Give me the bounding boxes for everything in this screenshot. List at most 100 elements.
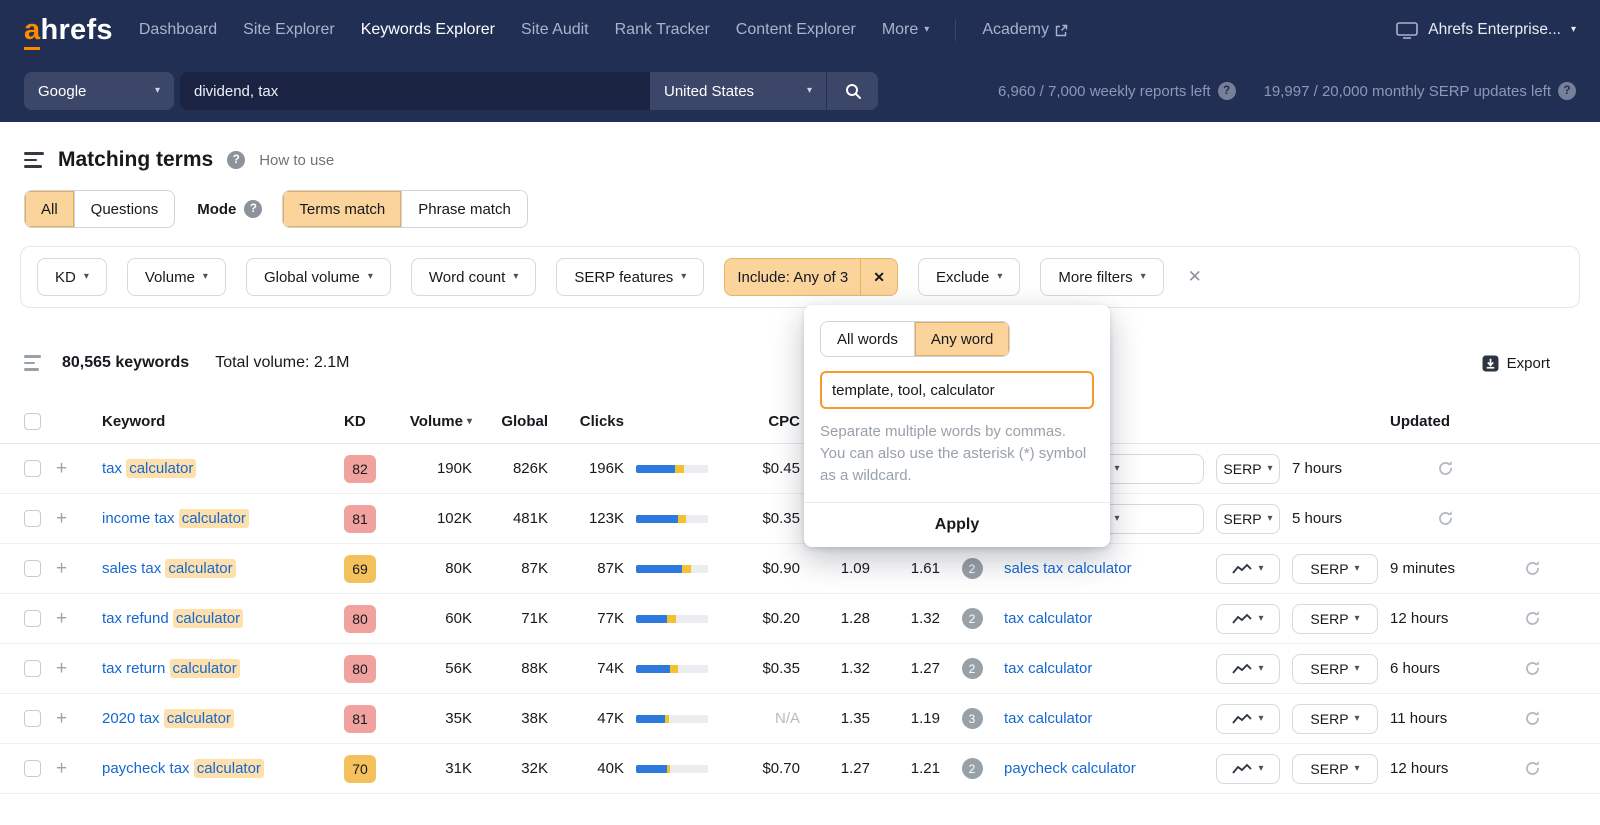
keyword-link[interactable]: tax calculator [102,460,196,477]
include-filter-label[interactable]: Include: Any of 3 [725,269,860,286]
refresh-icon[interactable] [1524,560,1541,577]
tab-all-words[interactable]: All words [821,322,915,356]
country-select[interactable]: United States ▾ [650,72,826,110]
clear-all-filters-icon[interactable]: ✕ [1184,267,1206,287]
include-clear-icon[interactable]: ✕ [861,259,897,295]
tab-any-word[interactable]: Any word [915,322,1010,356]
parent-topic-link[interactable]: tax calculator [1004,610,1092,627]
refresh-icon[interactable] [1524,710,1541,727]
add-keyword-icon[interactable]: + [56,659,67,678]
keyword-link[interactable]: income tax calculator [102,510,249,527]
refresh-icon[interactable] [1524,760,1541,777]
parent-topic-link[interactable]: sales tax calculator [1004,560,1132,577]
filter-serp-features[interactable]: SERP features▾ [556,258,704,296]
search-button[interactable] [826,72,878,110]
position-history-button[interactable]: ▾ [1216,554,1280,584]
parent-topic-link[interactable]: tax calculator [1004,660,1092,677]
tab-questions[interactable]: Questions [75,191,175,227]
caret-down-icon: ▾ [1258,564,1263,574]
serp-button[interactable]: SERP ▾ [1292,654,1378,684]
row-checkbox[interactable] [24,510,41,527]
add-keyword-icon[interactable]: + [56,609,67,628]
help-icon[interactable]: ? [227,151,245,169]
help-icon[interactable]: ? [244,200,262,218]
serp-button[interactable]: SERP ▾ [1216,504,1280,534]
add-keyword-icon[interactable]: + [56,759,67,778]
cps-value: 1.27 [841,760,870,777]
filter-global-volume[interactable]: Global volume▾ [246,258,391,296]
account-menu[interactable]: Ahrefs Enterprise... ▾ [1396,21,1576,39]
keyword-link[interactable]: tax refund calculator [102,610,243,627]
serp-button[interactable]: SERP ▾ [1292,704,1378,734]
table-row: + paycheck tax calculator 70 31K 32K 40K… [0,744,1600,794]
workspace-icon [1396,22,1418,39]
nav-site-audit[interactable]: Site Audit [521,21,589,39]
parent-topic-link[interactable]: tax calculator [1004,710,1092,727]
refresh-icon[interactable] [1524,610,1541,627]
serp-button[interactable]: SERP ▾ [1292,754,1378,784]
filter-kd[interactable]: KD▾ [37,258,107,296]
nav-keywords-explorer[interactable]: Keywords Explorer [361,21,495,39]
export-button[interactable]: Export [1482,355,1576,372]
help-icon[interactable]: ? [1558,82,1576,100]
keyword-link[interactable]: paycheck tax calculator [102,760,264,777]
filter-exclude[interactable]: Exclude ▾ [918,258,1020,296]
ahrefs-logo[interactable]: ahrefs [24,14,113,47]
serp-button[interactable]: SERP ▾ [1292,554,1378,584]
position-history-button[interactable]: ▾ [1216,754,1280,784]
include-words-input[interactable] [820,371,1094,409]
main-nav: Dashboard Site Explorer Keywords Explorer S… [139,21,929,39]
row-checkbox[interactable] [24,660,41,677]
row-checkbox[interactable] [24,460,41,477]
refresh-icon[interactable] [1524,660,1541,677]
tab-phrase-match[interactable]: Phrase match [402,191,527,227]
nav-dashboard[interactable]: Dashboard [139,21,217,39]
col-global[interactable]: Global [501,413,548,430]
position-history-button[interactable]: ▾ [1216,704,1280,734]
select-all-checkbox[interactable] [24,413,41,430]
row-checkbox[interactable] [24,610,41,627]
nav-content-explorer[interactable]: Content Explorer [736,21,856,39]
row-checkbox[interactable] [24,560,41,577]
filter-volume[interactable]: Volume▾ [127,258,226,296]
tab-all[interactable]: All [25,191,75,227]
col-keyword[interactable]: Keyword [102,413,332,430]
reports-menu-icon[interactable] [24,152,44,168]
col-clicks[interactable]: Clicks [580,413,624,430]
row-checkbox[interactable] [24,760,41,777]
row-checkbox[interactable] [24,710,41,727]
keyword-link[interactable]: tax return calculator [102,660,240,677]
parent-topic-link[interactable]: paycheck calculator [1004,760,1136,777]
word-match-tabs: All words Any word [820,321,1010,357]
nav-more[interactable]: More▾ [882,21,929,39]
col-kd[interactable]: KD [344,413,388,430]
add-keyword-icon[interactable]: + [56,709,67,728]
help-icon[interactable]: ? [1218,82,1236,100]
nav-site-explorer[interactable]: Site Explorer [243,21,335,39]
keywords-query-input[interactable] [180,72,650,110]
position-history-button[interactable]: ▾ [1216,654,1280,684]
list-options-icon[interactable] [24,355,44,371]
refresh-icon[interactable] [1437,460,1454,477]
keyword-link[interactable]: 2020 tax calculator [102,710,234,727]
refresh-icon[interactable] [1437,510,1454,527]
col-cpc[interactable]: CPC [768,413,800,430]
filter-word-count[interactable]: Word count▾ [411,258,536,296]
position-history-button[interactable]: ▾ [1216,604,1280,634]
serp-button[interactable]: SERP ▾ [1216,454,1280,484]
col-volume[interactable]: Volume▾ [410,413,472,430]
col-updated[interactable]: Updated [1390,413,1500,430]
add-keyword-icon[interactable]: + [56,559,67,578]
add-keyword-icon[interactable]: + [56,459,67,478]
keyword-highlight: calculator [164,709,234,728]
search-engine-select[interactable]: Google ▾ [24,72,174,110]
add-keyword-icon[interactable]: + [56,509,67,528]
nav-academy[interactable]: Academy [982,21,1068,39]
nav-rank-tracker[interactable]: Rank Tracker [615,21,710,39]
serp-button[interactable]: SERP ▾ [1292,604,1378,634]
filter-more[interactable]: More filters ▾ [1040,258,1163,296]
apply-button[interactable]: Apply [804,502,1110,547]
tab-terms-match[interactable]: Terms match [283,191,402,227]
how-to-use-link[interactable]: How to use [259,152,334,169]
keyword-link[interactable]: sales tax calculator [102,560,236,577]
